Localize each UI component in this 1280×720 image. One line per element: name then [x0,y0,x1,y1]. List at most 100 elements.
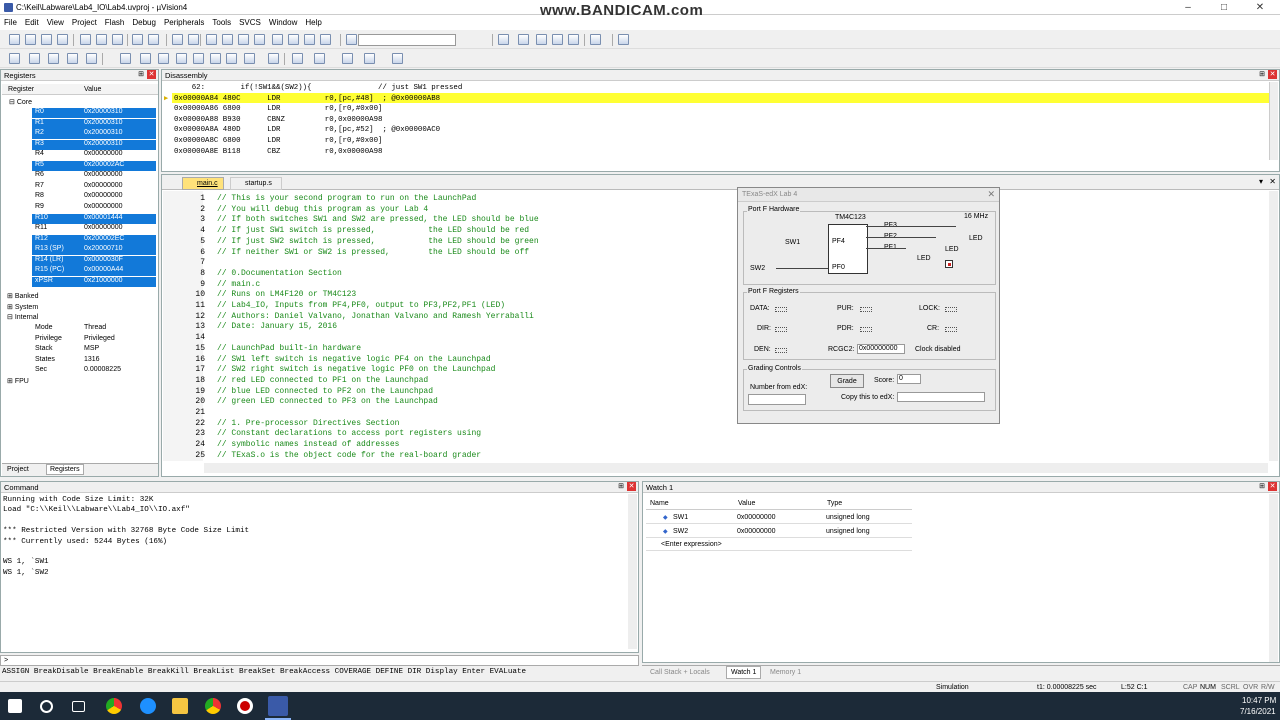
number-input[interactable] [748,394,806,405]
main-tool-icon-20[interactable] [498,34,509,45]
score-field[interactable]: 0 [897,374,921,384]
menu-window[interactable]: Window [265,15,301,30]
debug-tool-icon-11[interactable] [226,53,237,64]
code-text[interactable]: // green LED connected to PF3 on the Lau… [217,397,438,406]
menu-edit[interactable]: Edit [21,15,43,30]
register-row[interactable]: R4 0x00000000 [1,150,157,161]
register-row[interactable]: R7 0x00000000 [1,182,157,193]
debug-tool-icon-7[interactable] [158,53,169,64]
debug-tool-icon-10[interactable] [210,53,221,64]
code-line[interactable]: 14 [1,333,801,344]
chrome-icon[interactable] [205,698,221,714]
code-line[interactable]: 1 // This is your second program to run o… [1,194,801,205]
main-tool-icon-9[interactable] [172,34,183,45]
dir-field[interactable] [775,327,787,332]
rcgc2-field[interactable]: 0x00000000 [857,344,905,354]
disassembly-line[interactable]: 0x00000A88 B930 CBNZ r0,0x00000A98 [174,116,1274,127]
register-value[interactable]: 0x00000000 [84,182,123,189]
register-row[interactable]: R0 0x20000310 [1,108,157,119]
close-icon[interactable]: ✕ [627,482,636,491]
register-value[interactable]: 0x00000000 [84,171,123,178]
code-text[interactable]: // SW2 right switch is negative logic PF… [217,365,495,374]
close-icon[interactable]: ✕ [147,70,156,79]
main-tool-icon-1[interactable] [25,34,36,45]
debug-tool-icon-17[interactable] [364,53,375,64]
register-value[interactable]: 0x20000310 [84,108,123,115]
code-line[interactable]: 10 // Runs on LM4F120 or TM4C123 [1,290,801,301]
code-text[interactable]: // Constant declarations to access port … [217,429,481,438]
code-line[interactable]: 6 // If neither SW1 or SW2 is pressed, th… [1,248,801,259]
code-line[interactable]: 18 // red LED connected to PF1 on the Lau… [1,376,801,387]
cr-field[interactable] [945,327,957,332]
main-tool-icon-11[interactable] [206,34,217,45]
register-row[interactable]: R2 0x20000310 [1,129,157,140]
debug-tool-icon-1[interactable] [29,53,40,64]
pur-field[interactable] [860,307,872,312]
code-text[interactable]: // Lab4_IO, Inputs from PF4,PF0, output … [217,301,505,310]
tab-startup-s[interactable]: startup.s [230,177,282,190]
bandicam-icon[interactable] [237,698,253,714]
main-tool-icon-24[interactable] [568,34,579,45]
close-icon[interactable]: ✕ [1268,482,1277,491]
code-text[interactable]: // 0.Documentation Section [217,269,342,278]
code-line[interactable]: 4 // If just SW1 switch is pressed, the L… [1,226,801,237]
pin-icon[interactable]: ⊞ [1259,482,1265,490]
code-line[interactable]: 13 // Date: January 15, 2016 [1,322,801,333]
watch-value[interactable]: 0x00000000 [737,528,776,535]
code-line[interactable]: 3 // If both switches SW1 and SW2 are pre… [1,215,801,226]
core-group[interactable]: ⊟ Core [9,98,32,106]
col-value[interactable]: Value [738,500,755,507]
copy-field[interactable] [897,392,985,402]
main-tool-icon-19[interactable] [346,34,357,45]
tab-main-c[interactable]: main.c [182,177,224,190]
code-line[interactable]: 9 // main.c [1,280,801,291]
menu-svcs[interactable]: SVCS [235,15,265,30]
watch-row[interactable]: ◆ SW1 0x00000000 unsigned long [646,511,912,524]
register-value[interactable]: 0x20000310 [84,129,123,136]
main-tool-icon-21[interactable] [518,34,529,45]
main-tool-icon-12[interactable] [222,34,233,45]
main-tool-icon-5[interactable] [96,34,107,45]
debug-tool-icon-15[interactable] [314,53,325,64]
code-text[interactable]: // TExaS.o is the object code for the re… [217,451,481,460]
den-field[interactable] [775,348,787,353]
code-text[interactable]: // If both switches SW1 and SW2 are pres… [217,215,539,224]
code-text[interactable]: // If neither SW1 or SW2 is pressed, the… [217,248,529,257]
enter-expression[interactable]: <Enter expression> [661,541,722,548]
main-tool-icon-23[interactable] [552,34,563,45]
menu-flash[interactable]: Flash [101,15,129,30]
code-text[interactable]: // Runs on LM4F120 or TM4C123 [217,290,356,299]
main-tool-icon-16[interactable] [288,34,299,45]
search-icon[interactable] [40,700,53,713]
main-tool-icon-2[interactable] [41,34,52,45]
code-line[interactable]: 12 // Authors: Daniel Valvano, Jonathan V… [1,312,801,323]
debug-tool-icon-0[interactable] [9,53,20,64]
main-tool-icon-10[interactable] [188,34,199,45]
main-tool-icon-4[interactable] [80,34,91,45]
windows-start-icon[interactable] [8,699,22,713]
pin-icon[interactable]: ⊞ [138,70,144,78]
main-tool-icon-6[interactable] [112,34,123,45]
code-text[interactable]: // 1. Pre-processor Directives Section [217,419,399,428]
tab-registers[interactable]: Registers [46,464,84,475]
code-line[interactable]: 22 // 1. Pre-processor Directives Section [1,419,801,430]
code-text[interactable]: // main.c [217,280,260,289]
register-value[interactable]: 0x00000000 [84,150,123,157]
main-tool-icon-3[interactable] [57,34,68,45]
menu-view[interactable]: View [43,15,68,30]
register-value[interactable]: 0x20000310 [84,140,123,147]
main-tool-icon-22[interactable] [536,34,547,45]
main-tool-icon-25[interactable] [590,34,601,45]
pin-icon[interactable]: ⊞ [1259,70,1265,78]
disassembly-line[interactable]: 0x00000A8E B118 CBZ r0,0x00000A98 [174,148,1274,159]
debug-tool-icon-18[interactable] [392,53,403,64]
code-text[interactable]: // blue LED connected to PF2 on the Laun… [217,387,433,396]
data-field[interactable] [775,307,787,312]
debug-tool-icon-6[interactable] [140,53,151,64]
code-text[interactable]: // This is your second program to run on… [217,194,476,203]
uvision-taskbar-icon[interactable] [268,696,288,716]
main-tool-icon-7[interactable] [132,34,143,45]
main-tool-icon-18[interactable] [320,34,331,45]
main-tool-icon-13[interactable] [238,34,249,45]
menu-peripherals[interactable]: Peripherals [160,15,208,30]
